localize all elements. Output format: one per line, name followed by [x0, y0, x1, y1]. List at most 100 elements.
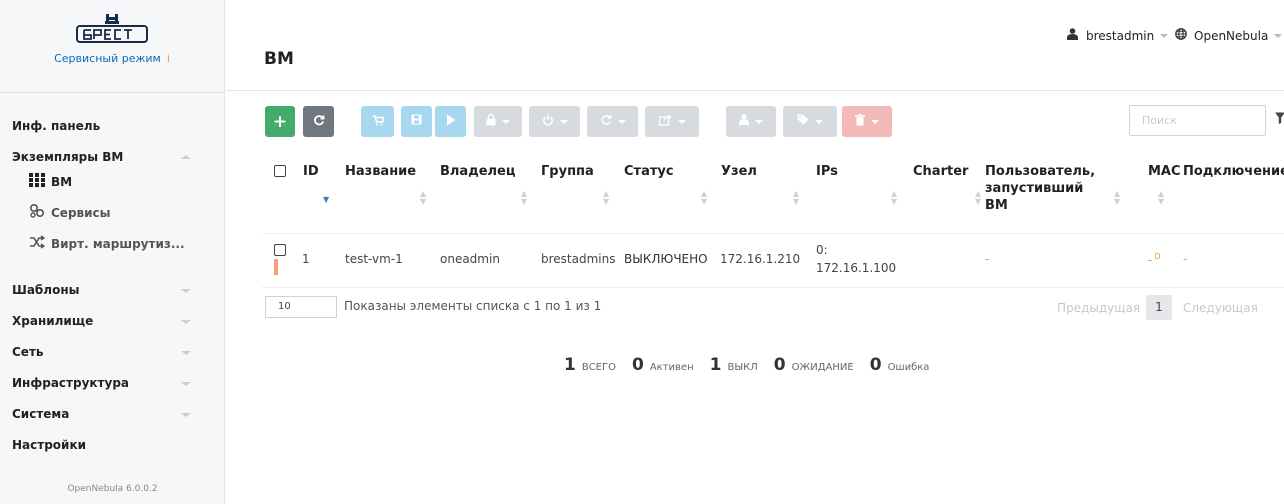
service-mode-link[interactable]: Сервисный режим i: [0, 52, 224, 65]
chevron-down-icon: [181, 351, 191, 355]
logo-block: Сервисный режим i: [0, 0, 224, 93]
trash-icon: [855, 113, 865, 130]
services-icon: [27, 203, 47, 221]
delete-menu-button[interactable]: [842, 106, 892, 137]
cell-group: brestadmins: [541, 252, 616, 266]
power-menu-button[interactable]: [529, 106, 580, 137]
sidebar-item-virtual-routers[interactable]: Вирт. маршрутиз...: [27, 235, 185, 252]
sort-icon: ▲ ▼: [1158, 189, 1165, 206]
prev-page-button[interactable]: Предыдущая: [1057, 301, 1140, 315]
page-button[interactable]: 1: [1146, 295, 1172, 320]
play-button[interactable]: [435, 106, 466, 137]
column-header-host[interactable]: Узел: [721, 163, 757, 180]
sidebar-item-vms[interactable]: ВМ: [27, 173, 72, 190]
summary-label: Активен: [649, 362, 694, 373]
column-header-user-line3: ВМ: [985, 198, 1008, 213]
sidebar-item-dashboard[interactable]: Инф. панель: [12, 119, 100, 133]
column-header-status[interactable]: Статус: [624, 163, 674, 180]
sidebar-item-infrastructure[interactable]: Инфраструктура: [12, 376, 129, 390]
sort-icon: ▲ ▼: [521, 189, 528, 206]
cell-id: 1: [302, 252, 310, 266]
summary-count: 1: [709, 355, 722, 375]
user-menu-button[interactable]: [726, 106, 776, 137]
grid-icon: [27, 173, 47, 190]
sidebar: Сервисный режим i Инф. панель Экземпляры …: [0, 0, 225, 504]
sort-icon: ▲ ▼: [975, 189, 982, 206]
refresh-button[interactable]: [303, 106, 334, 137]
share-menu-button[interactable]: [645, 106, 699, 137]
vm-summary: 1 ВСЕГО 0 Активен 1 ВЫКЛ 0 ОЖИДАНИЕ 0 Ош…: [564, 355, 945, 375]
column-header-charter[interactable]: Charter: [913, 163, 968, 180]
row-checkbox[interactable]: [274, 244, 286, 256]
sidebar-item-system[interactable]: Система: [12, 407, 69, 421]
sidebar-item-services[interactable]: Сервисы: [27, 203, 111, 221]
select-all-checkbox[interactable]: [274, 165, 286, 177]
column-header-ips[interactable]: IPs: [816, 163, 838, 180]
status-indicator: [274, 259, 278, 275]
sidebar-item-templates[interactable]: Шаблоны: [12, 283, 79, 297]
brest-logo[interactable]: [0, 12, 224, 46]
column-header-name[interactable]: Название: [345, 163, 416, 180]
service-mode-label[interactable]: Сервисный режим: [54, 52, 161, 65]
column-header-connection[interactable]: Подключение: [1183, 163, 1284, 180]
chevron-down-icon: [1274, 33, 1283, 38]
table-info: Показаны элементы списка с 1 по 1 из 1: [344, 299, 602, 313]
cell-name[interactable]: test-vm-1: [345, 252, 403, 266]
sidebar-item-vm-instances[interactable]: Экземпляры ВМ: [12, 150, 123, 164]
chevron-down-icon: [181, 413, 191, 417]
summary-error: 0 Ошибка: [870, 355, 930, 375]
create-button[interactable]: +: [265, 106, 295, 137]
plus-icon: +: [272, 111, 288, 132]
cart-icon: [372, 114, 384, 130]
deploy-button[interactable]: [361, 106, 394, 137]
column-header-mac[interactable]: MAC: [1148, 163, 1181, 180]
sidebar-item-label: Вирт. маршрутиз...: [51, 236, 185, 251]
next-page-button[interactable]: Следующая: [1183, 301, 1258, 315]
sort-icon: ▲ ▼: [793, 189, 800, 206]
sidebar-item-label: Сервисы: [51, 205, 111, 220]
header-divider: [226, 90, 1284, 91]
zone-name: OpenNebula: [1194, 28, 1269, 43]
sort-icon: ▲ ▼: [891, 189, 898, 206]
cell-ips-value: 172.16.1.100: [816, 261, 897, 275]
summary-count: 1: [564, 355, 576, 375]
save-button[interactable]: [401, 106, 432, 137]
chevron-down-icon: [677, 119, 686, 124]
cell-status: ВЫКЛЮЧЕНО: [624, 252, 708, 266]
refresh-icon: [313, 114, 325, 130]
summary-count: 0: [869, 355, 882, 375]
row-divider: [262, 233, 1284, 234]
sidebar-item-network[interactable]: Сеть: [12, 345, 44, 359]
user-menu[interactable]: brestadmin: [1067, 28, 1169, 43]
sort-icon: ▲ ▼: [1114, 189, 1121, 206]
lock-menu-button[interactable]: [474, 106, 522, 137]
sort-icon: ▲ ▼: [603, 189, 610, 206]
search-input[interactable]: [1129, 105, 1266, 136]
summary-label: ВСЕГО: [581, 362, 616, 373]
cell-ips-label: 0:: [816, 243, 828, 257]
summary-pending: 0 ОЖИДАНИЕ: [774, 355, 854, 375]
chevron-down-icon: [815, 119, 823, 124]
sort-icon: ▲ ▼: [420, 189, 427, 206]
user-name: brestadmin: [1086, 28, 1155, 43]
cell-host: 172.16.1.210: [720, 252, 801, 266]
sidebar-item-storage[interactable]: Хранилище: [12, 314, 93, 328]
power-icon: [542, 114, 554, 130]
save-icon: [411, 114, 422, 129]
reboot-menu-button[interactable]: [587, 106, 638, 137]
cell-user: -: [985, 252, 990, 266]
column-header-user[interactable]: Пользователь, запустивший ВМ: [985, 163, 1095, 214]
zone-menu[interactable]: OpenNebula: [1175, 28, 1283, 43]
sidebar-item-settings[interactable]: Настройки: [12, 438, 86, 452]
filter-icon[interactable]: [1275, 112, 1284, 128]
sort-desc-icon: ▼: [323, 195, 330, 204]
labels-menu-button[interactable]: [783, 106, 837, 137]
page-size-select[interactable]: 10: [265, 296, 337, 318]
chevron-down-icon: [181, 382, 191, 386]
column-header-owner[interactable]: Владелец: [440, 163, 516, 180]
version-label: OpenNebula 6.0.0.2: [67, 484, 158, 494]
cell-mac: -D: [1148, 252, 1161, 267]
info-icon[interactable]: i: [167, 52, 170, 65]
column-header-id[interactable]: ID: [303, 163, 319, 180]
column-header-group[interactable]: Группа: [541, 163, 594, 180]
